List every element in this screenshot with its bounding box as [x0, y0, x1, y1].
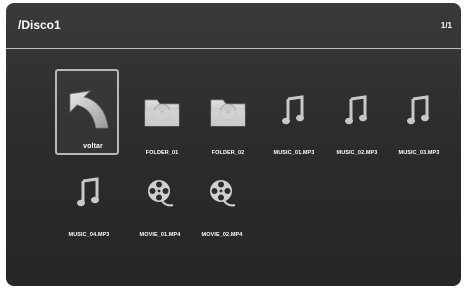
item-label: FOLDER_02	[211, 150, 245, 156]
music-item[interactable]: MUSIC_02.MP3	[325, 81, 389, 167]
item-label: MOVIE_02.MP4	[201, 232, 243, 238]
item-label: voltar	[83, 143, 103, 150]
header-divider	[6, 48, 461, 49]
music-note-icon	[325, 81, 389, 141]
back-arrow-icon	[57, 83, 121, 137]
music-note-icon	[262, 81, 326, 141]
back-item[interactable]: voltar	[55, 69, 119, 155]
page-indicator: 1/1	[440, 21, 452, 30]
folder-item[interactable]: FOLDER_02	[196, 81, 260, 167]
music-item[interactable]: MUSIC_04.MP3	[57, 163, 121, 249]
current-path: /Disco1	[18, 18, 61, 32]
music-item[interactable]: MUSIC_03.MP3	[387, 81, 451, 167]
film-reel-icon	[128, 163, 192, 223]
item-label: FOLDER_01	[145, 150, 179, 156]
item-label: MUSIC_03.MP3	[398, 150, 440, 156]
music-item[interactable]: MUSIC_01.MP3	[262, 81, 326, 167]
music-note-icon	[387, 81, 451, 141]
file-browser-screen: /Disco1 1/1 voltar FOLDER_01 FOLDER_02 M…	[6, 3, 461, 286]
movie-item[interactable]: MOVIE_02.MP4	[190, 163, 254, 249]
item-label: MUSIC_04.MP3	[68, 232, 110, 238]
folder-icon	[196, 81, 260, 141]
music-note-icon	[57, 163, 121, 223]
film-reel-icon	[190, 163, 254, 223]
folder-item[interactable]: FOLDER_01	[130, 81, 194, 167]
header-bar: /Disco1 1/1	[6, 3, 461, 48]
folder-icon	[130, 81, 194, 141]
movie-item[interactable]: MOVIE_01.MP4	[128, 163, 192, 249]
